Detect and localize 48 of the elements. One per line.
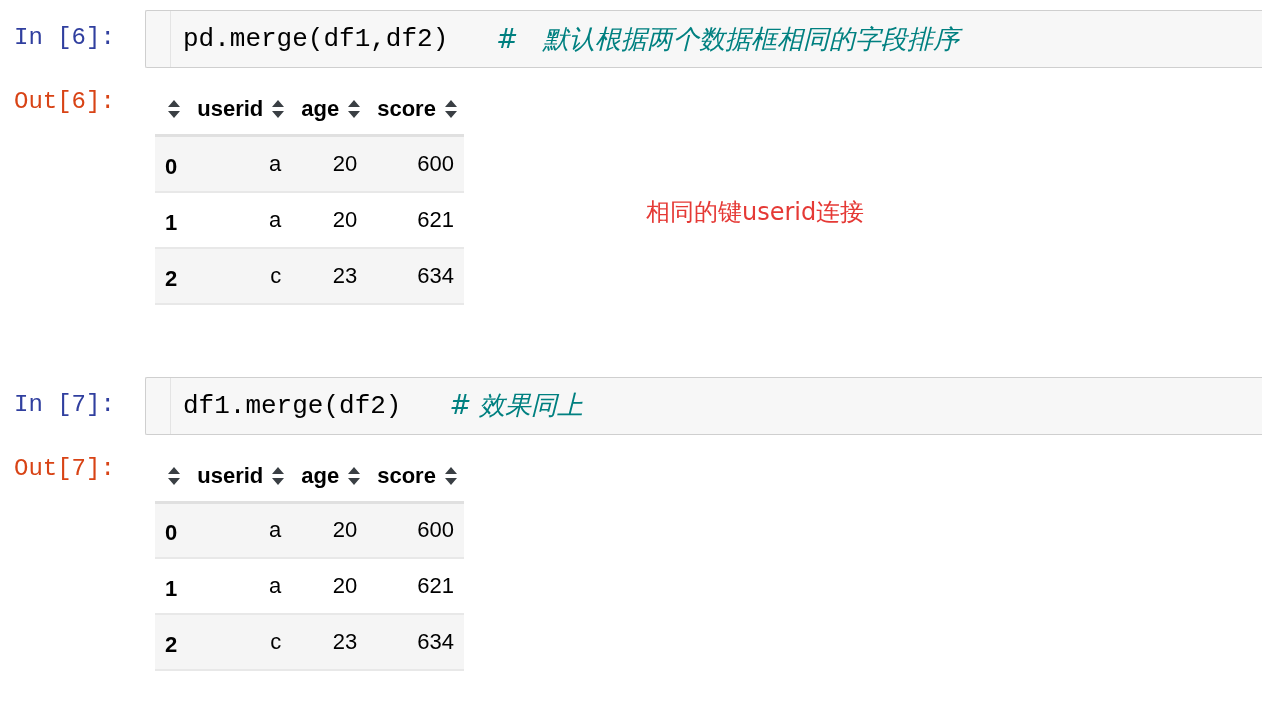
code-cell[interactable]: df1.merge(df2) # 效果同上	[145, 376, 1262, 435]
sort-icon[interactable]	[347, 99, 362, 119]
row-index: 2	[155, 614, 188, 670]
table-cell: a	[187, 135, 292, 192]
sort-icon[interactable]	[443, 99, 458, 119]
row-index: 1	[155, 191, 188, 248]
column-header: age	[301, 96, 340, 122]
table-cell: 20	[291, 502, 368, 558]
sort-icon[interactable]	[167, 465, 182, 486]
code-text: pd.merge(df1,df2)	[183, 24, 449, 54]
table-cell: c	[187, 247, 292, 304]
row-index: 1	[155, 558, 188, 614]
table-cell: c	[187, 614, 292, 670]
table-cell: 20	[291, 191, 368, 248]
row-index: 2	[155, 247, 188, 304]
table-cell: 600	[367, 502, 464, 558]
sort-icon[interactable]	[167, 99, 182, 119]
annotation-text: 相同的键userid连接	[645, 197, 865, 228]
column-header: userid	[197, 96, 264, 122]
table-cell: 634	[367, 247, 464, 304]
table-cell: a	[187, 502, 292, 558]
table-cell: 23	[291, 614, 368, 670]
table-cell: 20	[291, 558, 368, 614]
code-comment: # 效果同上	[449, 389, 584, 422]
table-cell: a	[187, 558, 292, 614]
table-cell: a	[187, 191, 292, 248]
table-cell: 621	[367, 191, 464, 248]
code-cell[interactable]: pd.merge(df1,df2) # 默认根据两个数据框相同的字段排序	[145, 10, 1262, 68]
output-prompt: Out[6]:	[13, 87, 116, 115]
table-cell: 634	[367, 614, 464, 670]
row-index: 0	[155, 502, 188, 558]
column-header: userid	[197, 462, 264, 489]
code-text: df1.merge(df2)	[183, 390, 402, 421]
input-prompt: In [6]:	[13, 23, 116, 51]
table-cell: 600	[367, 135, 464, 192]
table-cell: 23	[291, 247, 368, 304]
sort-icon[interactable]	[271, 465, 286, 486]
input-prompt: In [7]:	[13, 389, 116, 418]
column-header: age	[301, 462, 340, 489]
sort-icon[interactable]	[271, 99, 286, 119]
column-header: score	[377, 462, 436, 489]
sort-icon[interactable]	[347, 465, 362, 486]
sort-icon[interactable]	[443, 465, 458, 486]
row-index: 0	[155, 135, 188, 192]
table-cell: 621	[367, 558, 464, 614]
table-cell: 20	[291, 135, 368, 192]
column-header: score	[377, 96, 436, 122]
output-prompt: Out[7]:	[13, 453, 116, 482]
